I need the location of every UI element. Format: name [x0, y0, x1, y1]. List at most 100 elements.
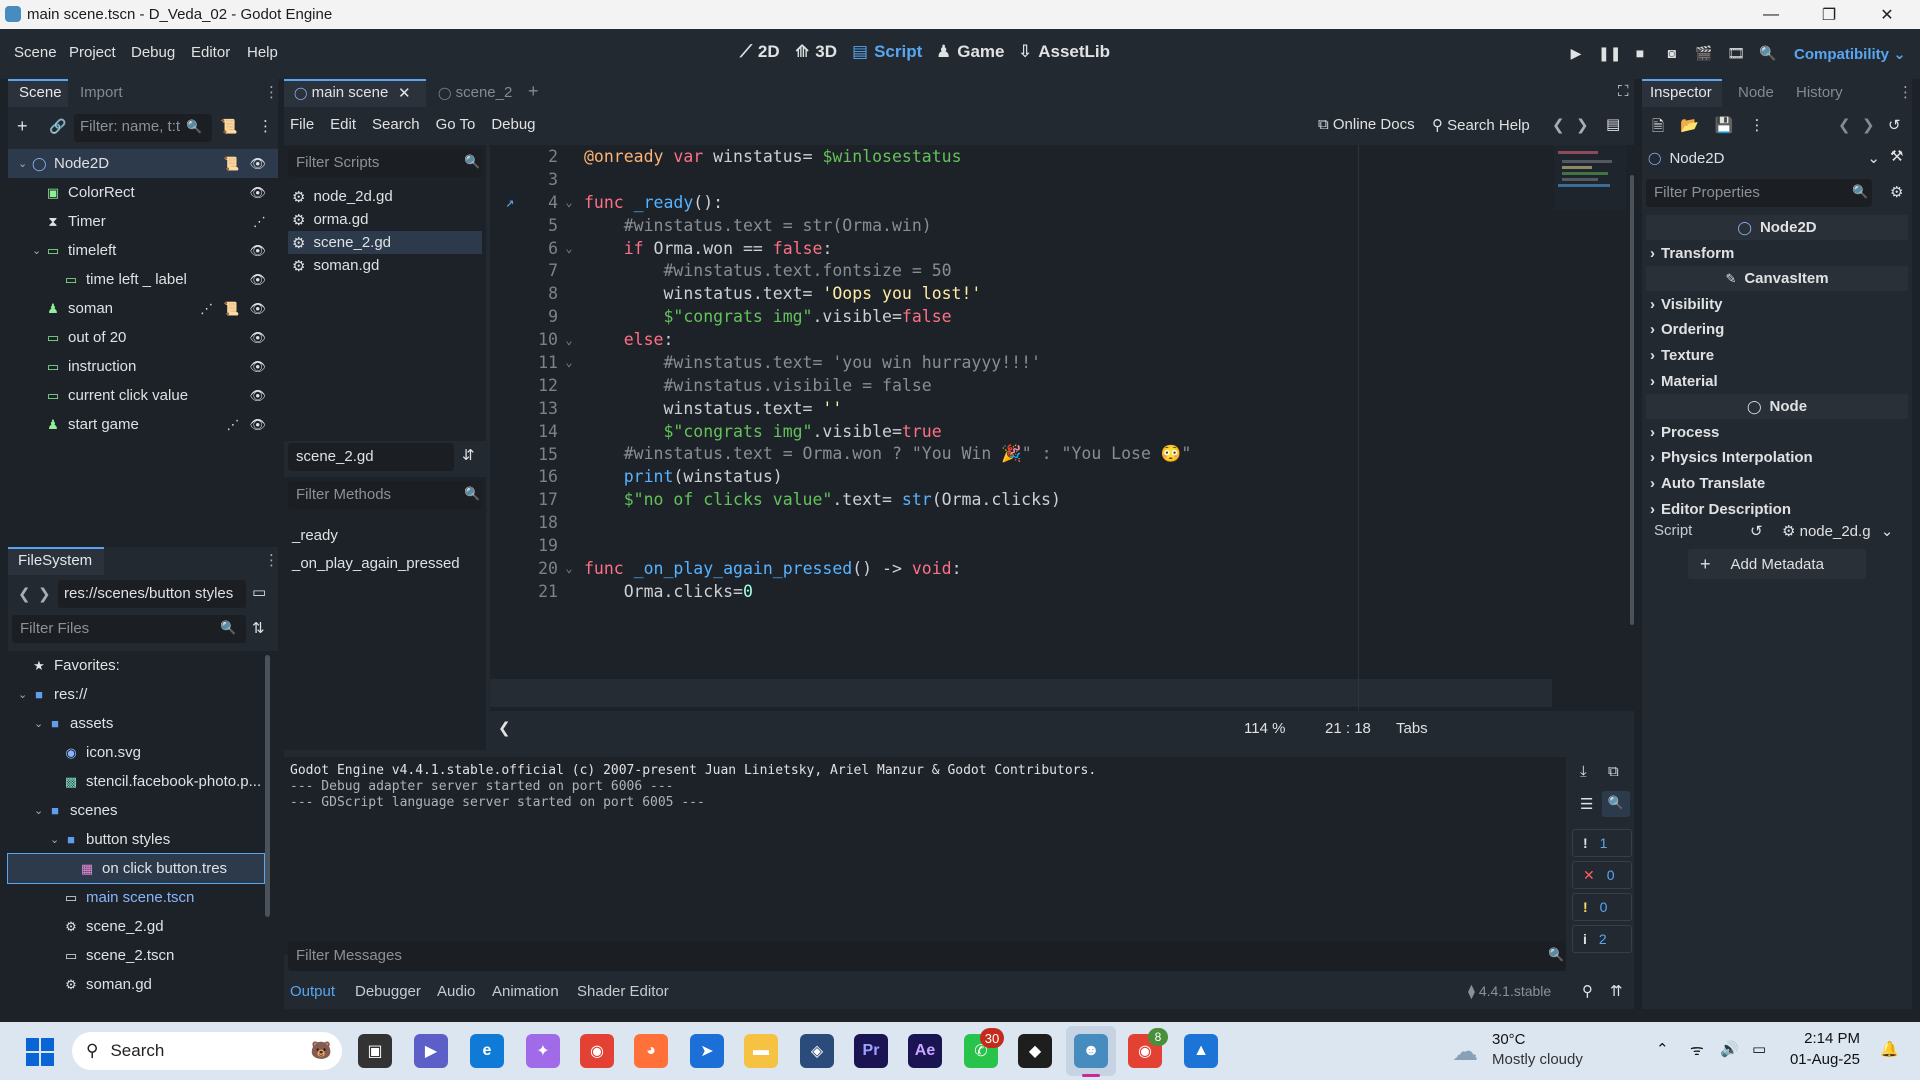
stop-icon[interactable]: ■ [1630, 45, 1650, 65]
link-icon[interactable]: 🔗 [49, 118, 66, 135]
tab-animation[interactable]: Animation [492, 983, 559, 1000]
script-menu-goto[interactable]: Go To [436, 116, 476, 133]
filter-properties-input[interactable]: Filter Properties [1646, 179, 1872, 207]
task-view-icon[interactable]: ▣ [358, 1034, 392, 1068]
premiere-pro-icon[interactable]: Pr [854, 1034, 888, 1068]
scene-tree-node[interactable]: ♟ soman ⋰ 📜 👁 [8, 294, 278, 323]
inspector-section[interactable]: › Editor Description [1642, 497, 1912, 522]
dock-menu-icon[interactable]: ⋮ [264, 83, 279, 101]
file-tree-item[interactable]: ⌄ ■ res:// [8, 680, 278, 709]
indent-mode[interactable]: Tabs [1396, 720, 1428, 737]
visibility-eye-icon[interactable]: 👁 [249, 388, 266, 404]
fold-arrow-icon[interactable]: ⌄ [558, 241, 580, 255]
code-line[interactable]: 12 #winstatus.visibile = false [490, 374, 1634, 397]
object-properties-icon[interactable]: ⚒ [1890, 147, 1903, 165]
path-field[interactable]: res://scenes/button styles [58, 580, 246, 608]
filter-scripts-input[interactable]: Filter Scripts [288, 149, 482, 177]
play-icon[interactable]: ▶ [1566, 45, 1586, 65]
renderer-select[interactable]: Compatibility ⌄ [1794, 45, 1906, 63]
code-line[interactable]: 14 $"congrats img".visible=true [490, 420, 1634, 443]
workspace-script[interactable]: ▤ Script [852, 42, 922, 62]
method-item[interactable]: _on_play_again_pressed [292, 555, 460, 572]
history-icon[interactable]: ↺ [1888, 116, 1901, 134]
collapse-arrow-icon[interactable]: ⌄ [34, 804, 48, 817]
add-node-icon[interactable]: + [17, 116, 28, 137]
code-line[interactable]: 13 winstatus.text= '' [490, 397, 1634, 420]
expand-panel-icon[interactable]: ⇈ [1610, 982, 1623, 1000]
code-line[interactable]: 20 ⌄ func _on_play_again_pressed() -> void… [490, 557, 1634, 580]
toggle-split-icon[interactable]: ▭ [252, 583, 266, 601]
file-explorer-icon[interactable]: ▬ [744, 1034, 778, 1068]
next-object-icon[interactable]: ❯ [1862, 116, 1875, 134]
inspector-section[interactable]: › Auto Translate [1642, 471, 1912, 496]
inspector-section[interactable]: › Ordering [1642, 317, 1912, 342]
prev-object-icon[interactable]: ❮ [1838, 116, 1851, 134]
add-tab-icon[interactable]: + [528, 81, 539, 102]
pin-icon[interactable]: ⚲ [1582, 982, 1593, 1000]
workspace-3d[interactable]: ⟰ 3D [795, 42, 837, 62]
clear-output-icon[interactable]: ⤓ [1580, 763, 1587, 780]
file-tree-item[interactable]: ⌄ ■ assets [8, 709, 278, 738]
file-tree-item[interactable]: ▭ scene_2.tscn [8, 941, 278, 970]
copy-output-icon[interactable]: ⧉ [1608, 763, 1619, 780]
play-custom-scene-icon[interactable]: 🎞 [1726, 45, 1746, 65]
prev-script-icon[interactable]: ❮ [1552, 116, 1565, 134]
weather-temp[interactable]: 30°C [1492, 1031, 1526, 1048]
tab-scene-2[interactable]: ◯ scene_2 [438, 84, 512, 101]
collapse-arrow-icon[interactable]: ⌄ [34, 717, 48, 730]
tab-import[interactable]: Import [80, 84, 123, 101]
file-tree-item[interactable]: ⚙ soman.gd [8, 970, 278, 999]
inspector-section[interactable]: › Texture [1642, 343, 1912, 368]
filter-files-input[interactable]: Filter Files [12, 615, 246, 643]
code-line[interactable]: 15 #winstatus.text = Orma.won ? "You Win… [490, 443, 1634, 466]
code-line[interactable]: 16 print(winstatus) [490, 465, 1634, 488]
visibility-eye-icon[interactable]: 👁 [249, 417, 266, 433]
inspector-settings-icon[interactable]: ⚙ [1890, 183, 1903, 201]
attach-script-icon[interactable]: 📜 [220, 118, 237, 135]
workspace-2d[interactable]: ⟋ 2D [740, 42, 780, 62]
figma-icon[interactable]: ◆ [1018, 1034, 1052, 1068]
visibility-eye-icon[interactable]: 👁 [249, 272, 266, 288]
workspace-assetlib[interactable]: ⇩ AssetLib [1018, 42, 1110, 62]
online-docs-button[interactable]: ⧉ Online Docs [1318, 116, 1415, 133]
menu-editor[interactable]: Editor [191, 44, 230, 61]
file-tree-scrollbar[interactable] [265, 655, 270, 917]
taskbar-search[interactable]: ⚲ Search 🐻 [72, 1032, 342, 1070]
fold-arrow-icon[interactable]: ⌄ [558, 333, 580, 347]
fold-arrow-icon[interactable]: ⌄ [558, 195, 580, 209]
inspector-section[interactable]: › Material [1642, 369, 1912, 394]
workspace-game[interactable]: ♟ Game [936, 42, 1005, 62]
code-line[interactable]: ↗ 4 ⌄ func _ready(): [490, 191, 1634, 214]
close-icon[interactable]: ✕ [1858, 0, 1916, 29]
chevron-up-icon[interactable]: ⌃ [1656, 1040, 1669, 1058]
script-attached-icon[interactable]: 📜 [223, 301, 239, 317]
file-tree-item[interactable]: ⌄ ■ scenes [8, 796, 278, 825]
tab-filesystem[interactable]: FileSystem [18, 552, 92, 569]
code-minimap[interactable] [1554, 145, 1626, 210]
code-line[interactable]: 17 $"no of clicks value".text= str(Orma.… [490, 488, 1634, 511]
clock-time[interactable]: 2:14 PM [1794, 1030, 1860, 1047]
code-line[interactable]: 18 [490, 511, 1634, 534]
signal-icon[interactable]: ⋰ [200, 301, 213, 317]
code-line[interactable]: 9 $"congrats img".visible=false [490, 305, 1634, 328]
script-property-value[interactable]: ⚙ node_2d.g ⌄ [1782, 522, 1893, 540]
script-list-item[interactable]: ⚙ soman.gd [288, 254, 482, 277]
minimize-icon[interactable]: — [1742, 0, 1800, 29]
scene-tree-node[interactable]: ▣ ColorRect 👁 [8, 178, 278, 207]
chrome-icon[interactable]: ◉ [580, 1034, 614, 1068]
godot-taskbar-icon[interactable]: ☻ [1074, 1034, 1108, 1068]
collapse-arrow-icon[interactable]: ⌄ [18, 157, 32, 170]
battery-icon[interactable]: ▭ [1752, 1040, 1766, 1058]
tab-scene[interactable]: Scene [19, 84, 62, 101]
file-tree-item[interactable]: ⌄ ■ button styles [8, 825, 278, 854]
code-line[interactable]: 5 #winstatus.text = str(Orma.win) [490, 214, 1634, 237]
method-item[interactable]: _ready [292, 527, 338, 544]
signal-icon[interactable]: ⋰ [253, 214, 266, 230]
restore-icon[interactable]: ❐ [1800, 0, 1858, 29]
output-filter-toggle[interactable]: ! 1 [1572, 829, 1632, 857]
dock-menu-icon[interactable]: ⋮ [264, 551, 279, 569]
filter-search-icon[interactable]: 🔍 [1602, 791, 1630, 817]
file-tree-item[interactable]: ▦ on click button.tres [7, 853, 265, 884]
file-tree-item[interactable]: ▩ stencil.facebook-photo.p... [8, 767, 278, 796]
scene-tree-node[interactable]: ⧗ Timer ⋰ [8, 207, 278, 236]
